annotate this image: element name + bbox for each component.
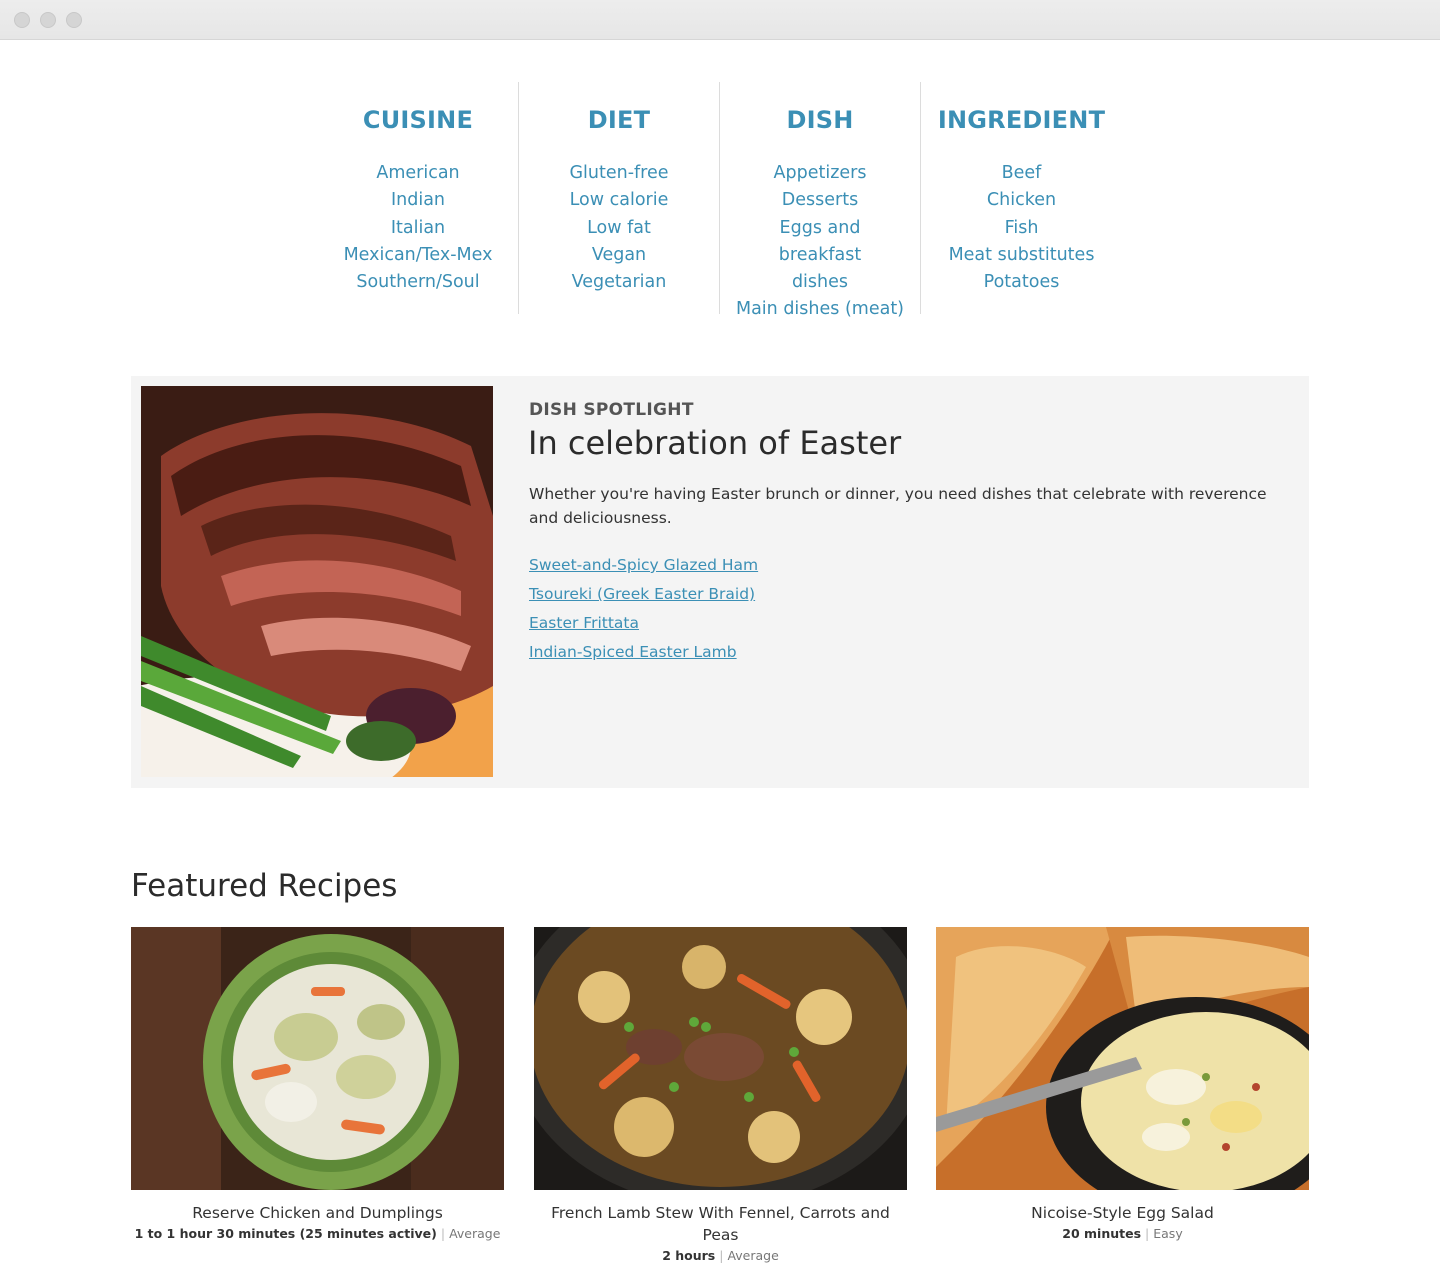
category-link[interactable]: Potatoes [921,269,1122,296]
spotlight-kicker: DISH SPOTLIGHT [529,400,694,420]
recipe-title[interactable]: Reserve Chicken and Dumplings [131,1202,504,1224]
recipe-meta: 2 hours | Average [534,1247,907,1265]
category-list-ingredient: Beef Chicken Fish Meat substitutes Potat… [921,160,1122,296]
spotlight-recipe-link[interactable]: Tsoureki (Greek Easter Braid) [529,585,755,603]
category-column-diet: DIET Gluten-free Low calorie Low fat Veg… [519,82,720,314]
category-link[interactable]: Beef [921,160,1122,187]
category-link[interactable]: Southern/Soul [318,269,518,296]
window-minimize-button[interactable] [40,12,56,28]
recipe-card[interactable]: French Lamb Stew With Fennel, Carrots an… [534,927,907,1265]
category-link[interactable]: Vegetarian [519,269,719,296]
window-close-button[interactable] [14,12,30,28]
category-link[interactable]: Main dishes (meat) [720,296,920,323]
recipe-meta: 1 to 1 hour 30 minutes (25 minutes activ… [131,1225,504,1243]
category-title-dish[interactable]: DISH [720,106,920,134]
recipe-title[interactable]: Nicoise-Style Egg Salad [936,1202,1309,1224]
spotlight-recipe-link[interactable]: Easter Frittata [529,614,639,632]
category-link[interactable]: Desserts [720,187,920,214]
category-column-cuisine: CUISINE American Indian Italian Mexican/… [318,82,519,314]
spotlight-title: In celebration of Easter [528,424,902,462]
spotlight-recipe-link[interactable]: Sweet-and-Spicy Glazed Ham [529,556,758,574]
category-list-diet: Gluten-free Low calorie Low fat Vegan Ve… [519,160,719,296]
window-maximize-button[interactable] [66,12,82,28]
browser-chrome [0,0,1440,40]
category-link[interactable]: Chicken [921,187,1122,214]
spotlight-links: Sweet-and-Spicy Glazed Ham Tsoureki (Gre… [529,551,758,667]
recipe-time: 1 to 1 hour 30 minutes (25 minutes activ… [134,1226,437,1241]
featured-recipes-heading: Featured Recipes [131,868,398,904]
category-link[interactable]: Eggs and breakfast dishes [720,215,920,297]
recipe-time: 2 hours [662,1248,716,1263]
category-title-diet[interactable]: DIET [519,106,719,134]
category-column-ingredient: INGREDIENT Beef Chicken Fish Meat substi… [921,82,1122,314]
category-link[interactable]: Italian [318,215,518,242]
recipe-image-chicken-dumplings[interactable] [131,927,504,1190]
meta-divider: | [1145,1226,1150,1241]
dish-spotlight: DISH SPOTLIGHT In celebration of Easter … [131,376,1309,788]
category-link[interactable]: American [318,160,518,187]
category-title-cuisine[interactable]: CUISINE [318,106,518,134]
category-link[interactable]: Low calorie [519,187,719,214]
recipe-card[interactable]: Reserve Chicken and Dumplings 1 to 1 hou… [131,927,504,1243]
category-link[interactable]: Vegan [519,242,719,269]
recipe-time: 20 minutes [1062,1226,1142,1241]
category-list-cuisine: American Indian Italian Mexican/Tex-Mex … [318,160,518,296]
category-link[interactable]: Gluten-free [519,160,719,187]
category-list-dish: Appetizers Desserts Eggs and breakfast d… [720,160,920,324]
spotlight-image-glazed-ham[interactable] [141,386,493,777]
meta-divider: | [719,1248,724,1263]
meta-divider: | [440,1226,446,1241]
recipe-image-egg-salad[interactable] [936,927,1309,1190]
recipe-difficulty: Easy [1153,1226,1183,1241]
category-link[interactable]: Mexican/Tex-Mex [318,242,518,269]
category-nav: CUISINE American Indian Italian Mexican/… [318,82,1123,319]
recipe-card[interactable]: Nicoise-Style Egg Salad 20 minutes | Easy [936,927,1309,1243]
category-link[interactable]: Indian [318,187,518,214]
category-link[interactable]: Fish [921,215,1122,242]
category-link[interactable]: Low fat [519,215,719,242]
spotlight-recipe-link[interactable]: Indian-Spiced Easter Lamb [529,643,737,661]
category-column-dish: DISH Appetizers Desserts Eggs and breakf… [720,82,921,319]
recipe-title[interactable]: French Lamb Stew With Fennel, Carrots an… [534,1202,907,1246]
recipe-meta: 20 minutes | Easy [936,1225,1309,1243]
category-title-ingredient[interactable]: INGREDIENT [921,106,1122,134]
recipe-difficulty: Average [449,1226,501,1241]
recipe-difficulty: Average [727,1248,779,1263]
spotlight-description: Whether you're having Easter brunch or d… [529,485,1267,527]
category-link[interactable]: Meat substitutes [921,242,1122,269]
recipe-image-lamb-stew[interactable] [534,927,907,1190]
category-link[interactable]: Appetizers [720,160,920,187]
